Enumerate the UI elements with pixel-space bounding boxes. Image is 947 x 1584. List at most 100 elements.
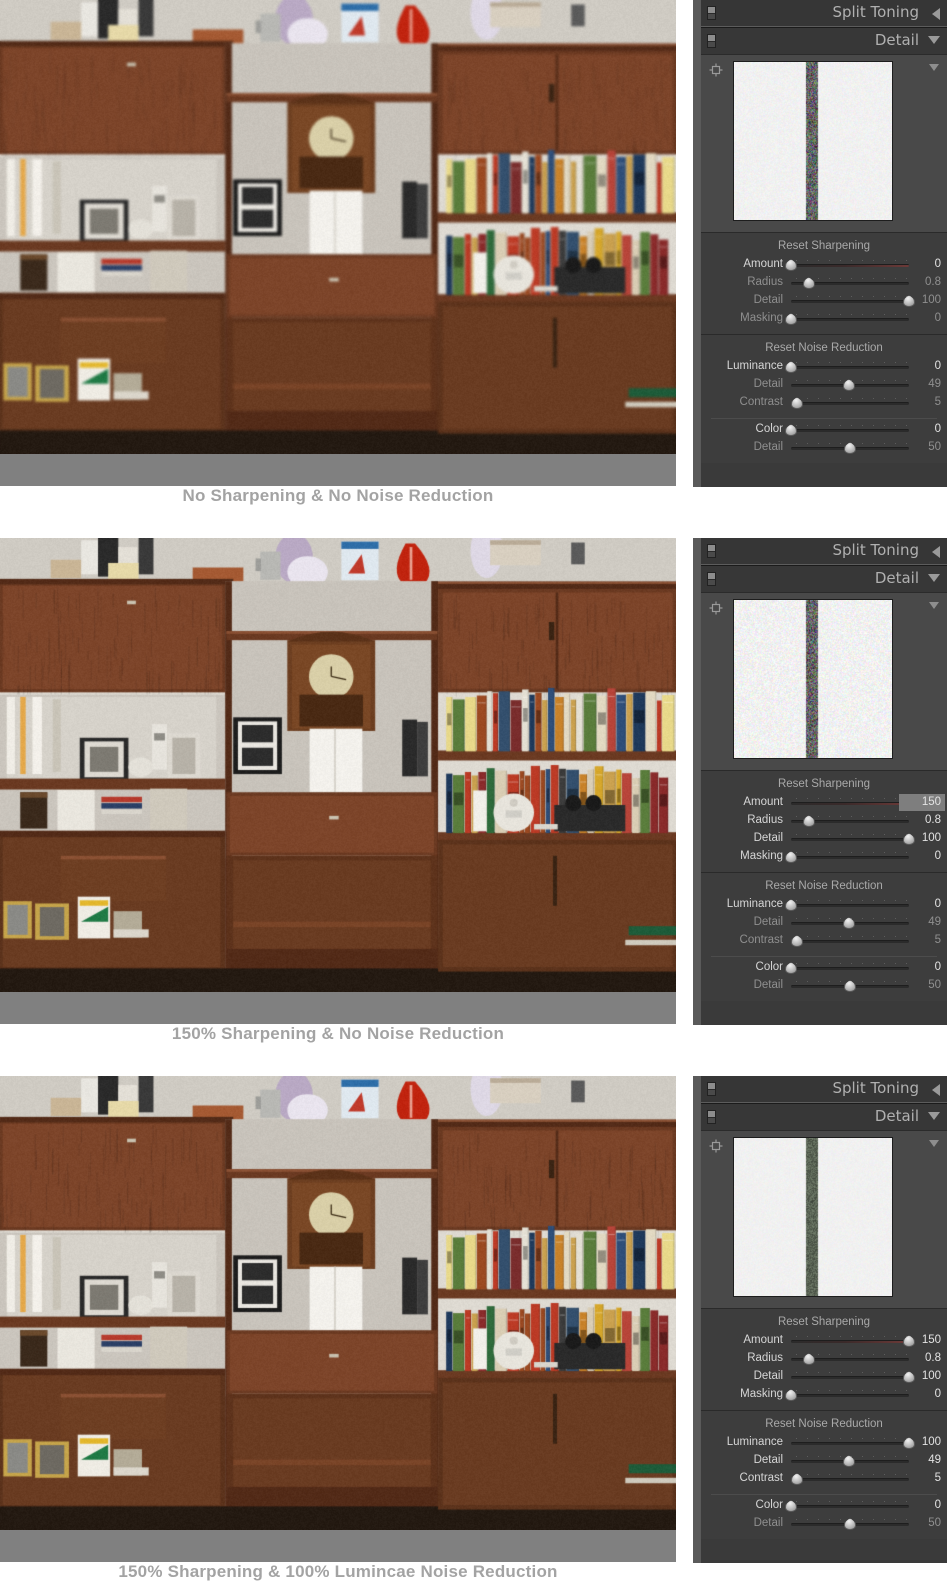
slider-value[interactable]: 100: [901, 1436, 941, 1448]
panel-toggle-switch-icon[interactable]: [707, 1082, 716, 1096]
slider-handle[interactable]: [785, 313, 797, 325]
slider-row-radius[interactable]: Radius 0.8: [701, 812, 947, 830]
slider-value[interactable]: 5: [901, 934, 941, 946]
slider-value[interactable]: 50: [901, 1517, 941, 1529]
chevron-down-icon[interactable]: [928, 574, 940, 582]
slider-row-contrast[interactable]: Contrast 5: [701, 932, 947, 950]
slider-handle[interactable]: [790, 397, 803, 409]
slider-value[interactable]: 5: [901, 1472, 941, 1484]
slider-track[interactable]: [791, 318, 909, 321]
slider-value[interactable]: 150: [901, 1334, 941, 1346]
slider-row-luminance[interactable]: Luminance 0: [701, 358, 947, 376]
detail-preview-thumbnail[interactable]: [733, 599, 893, 759]
slider-row-masking[interactable]: Masking 0: [701, 848, 947, 866]
slider-row-masking[interactable]: Masking 0: [701, 1386, 947, 1404]
detail-preview-thumbnail[interactable]: [733, 61, 893, 221]
slider-track[interactable]: [791, 838, 909, 841]
reset-noise-reduction-button[interactable]: Reset Noise Reduction: [701, 877, 947, 896]
slider-track[interactable]: [791, 1340, 909, 1343]
slider-handle[interactable]: [802, 815, 815, 827]
slider-handle[interactable]: [785, 962, 797, 974]
slider-handle[interactable]: [842, 379, 855, 391]
panel-header-detail[interactable]: Detail: [701, 1104, 947, 1130]
slider-track[interactable]: [791, 856, 909, 859]
target-loupe-icon[interactable]: [709, 1139, 723, 1153]
slider-track[interactable]: [791, 300, 909, 303]
slider-handle[interactable]: [785, 851, 797, 863]
slider-track[interactable]: [791, 264, 909, 267]
chevron-left-icon[interactable]: [932, 1084, 940, 1096]
slider-track[interactable]: [791, 967, 909, 970]
slider-handle[interactable]: [785, 899, 797, 911]
slider-value[interactable]: 0: [901, 1388, 941, 1400]
slider-row-amount[interactable]: Amount 0: [701, 256, 947, 274]
panel-toggle-switch-icon[interactable]: [707, 34, 716, 48]
target-loupe-icon[interactable]: [709, 63, 723, 77]
slider-row-contrast[interactable]: Contrast 5: [701, 1470, 947, 1488]
slider-row-luminance[interactable]: Luminance 0: [701, 896, 947, 914]
slider-value[interactable]: 0.8: [901, 814, 941, 826]
slider-row-detail[interactable]: Detail 50: [701, 439, 947, 457]
slider-value[interactable]: 50: [901, 979, 941, 991]
reset-sharpening-button[interactable]: Reset Sharpening: [701, 775, 947, 794]
panel-header-split-toning[interactable]: Split Toning: [701, 0, 947, 26]
panel-header-detail[interactable]: Detail: [701, 28, 947, 54]
panel-header-detail[interactable]: Detail: [701, 566, 947, 592]
panel-toggle-switch-icon[interactable]: [707, 6, 716, 20]
slider-row-luminance[interactable]: Luminance 100: [701, 1434, 947, 1452]
slider-value[interactable]: 0: [901, 423, 941, 435]
slider-value[interactable]: 0: [901, 312, 941, 324]
slider-track[interactable]: [791, 429, 909, 432]
panel-header-split-toning[interactable]: Split Toning: [701, 538, 947, 564]
slider-row-contrast[interactable]: Contrast 5: [701, 394, 947, 412]
slider-track[interactable]: [791, 402, 909, 405]
slider-row-detail[interactable]: Detail 100: [701, 830, 947, 848]
panel-toggle-switch-icon[interactable]: [707, 572, 716, 586]
slider-row-detail[interactable]: Detail 49: [701, 914, 947, 932]
slider-handle[interactable]: [785, 1389, 797, 1401]
slider-value[interactable]: 0.8: [901, 276, 941, 288]
slider-row-detail[interactable]: Detail 50: [701, 977, 947, 995]
slider-row-radius[interactable]: Radius 0.8: [701, 1350, 947, 1368]
slider-value[interactable]: 0: [901, 360, 941, 372]
slider-track[interactable]: [791, 802, 909, 805]
target-loupe-icon[interactable]: [709, 601, 723, 615]
chevron-down-icon[interactable]: [929, 64, 939, 71]
slider-handle[interactable]: [790, 1473, 803, 1485]
slider-handle[interactable]: [802, 277, 815, 289]
slider-handle[interactable]: [802, 1353, 815, 1365]
slider-value[interactable]: 0: [901, 961, 941, 973]
slider-value[interactable]: 100: [901, 1370, 941, 1382]
slider-handle[interactable]: [785, 424, 797, 436]
slider-row-detail[interactable]: Detail 100: [701, 292, 947, 310]
slider-value[interactable]: 0: [901, 1499, 941, 1511]
slider-handle[interactable]: [785, 361, 797, 373]
slider-handle[interactable]: [785, 259, 797, 271]
slider-row-masking[interactable]: Masking 0: [701, 310, 947, 328]
slider-value[interactable]: 0: [901, 898, 941, 910]
slider-value[interactable]: 49: [901, 378, 941, 390]
slider-track[interactable]: [791, 904, 909, 907]
panel-toggle-switch-icon[interactable]: [707, 1110, 716, 1124]
slider-handle[interactable]: [844, 1518, 856, 1530]
slider-handle[interactable]: [785, 1500, 797, 1512]
slider-value[interactable]: 49: [901, 916, 941, 928]
slider-value[interactable]: 50: [901, 441, 941, 453]
slider-track[interactable]: [791, 940, 909, 943]
slider-row-detail[interactable]: Detail 49: [701, 1452, 947, 1470]
slider-value[interactable]: 150: [899, 794, 945, 811]
chevron-left-icon[interactable]: [932, 8, 940, 20]
slider-row-radius[interactable]: Radius 0.8: [701, 274, 947, 292]
slider-row-color[interactable]: Color 0: [701, 1497, 947, 1515]
slider-row-color[interactable]: Color 0: [701, 959, 947, 977]
slider-track[interactable]: [791, 1376, 909, 1379]
detail-preview-thumbnail[interactable]: [733, 1137, 893, 1297]
chevron-down-icon[interactable]: [928, 36, 940, 44]
reset-noise-reduction-button[interactable]: Reset Noise Reduction: [701, 339, 947, 358]
slider-row-amount[interactable]: Amount 150: [701, 794, 947, 812]
slider-track[interactable]: [791, 366, 909, 369]
slider-handle[interactable]: [844, 442, 856, 454]
slider-row-detail[interactable]: Detail 49: [701, 376, 947, 394]
slider-track[interactable]: [791, 1394, 909, 1397]
slider-track[interactable]: [791, 1505, 909, 1508]
